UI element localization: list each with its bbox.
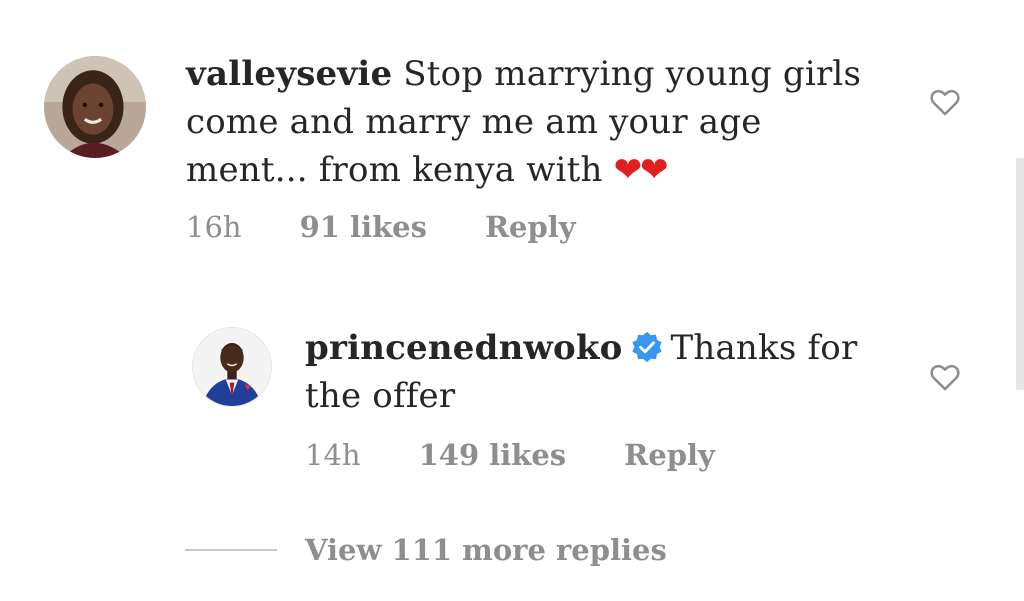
view-more-replies-button[interactable]: View 111 more replies (185, 533, 667, 567)
comment-text-line-1: Stop marrying young girls (392, 54, 862, 94)
reply-username[interactable]: princenednwoko (305, 328, 622, 368)
heart-outline-icon[interactable] (928, 360, 962, 394)
comment-time: 16h (186, 210, 242, 244)
reply-body: princenednwoko Thanks for the offer (305, 324, 905, 420)
avatar-princenednwoko[interactable] (192, 327, 272, 407)
comment-line-3: ment... from kenya with ❤❤ (186, 146, 906, 194)
reply-line-1: princenednwoko Thanks for (305, 324, 905, 372)
reply-time: 14h (305, 438, 361, 472)
comment-text-line-2: come and marry me am your age (186, 102, 762, 142)
reply-meta: 14h 149 likes Reply (305, 438, 715, 472)
heart-outline-icon[interactable] (928, 85, 962, 119)
reply-text-line-1: Thanks for (670, 328, 858, 368)
verified-badge-icon (630, 330, 664, 364)
heart-emoji-icon: ❤❤ (613, 150, 669, 190)
reply-likes[interactable]: 149 likes (419, 438, 567, 472)
comment-reply-button[interactable]: Reply (485, 210, 576, 244)
replies-divider-line (185, 549, 277, 551)
comment-meta: 16h 91 likes Reply (186, 210, 576, 244)
avatar-valleysevie[interactable] (44, 56, 146, 158)
reply-text-line-2: the offer (305, 376, 456, 416)
avatar-photo (44, 56, 146, 158)
scrollbar[interactable] (1016, 158, 1024, 390)
reply-reply-button[interactable]: Reply (624, 438, 715, 472)
comment-body: valleysevie Stop marrying young girls co… (186, 50, 906, 194)
comment-text-line-3: ment... from kenya with (186, 150, 614, 190)
comment-likes[interactable]: 91 likes (300, 210, 427, 244)
avatar-photo (193, 328, 271, 406)
view-more-replies-label: View 111 more replies (305, 533, 667, 567)
comment-username[interactable]: valleysevie (186, 54, 392, 94)
comment-line-1: valleysevie Stop marrying young girls (186, 50, 906, 98)
